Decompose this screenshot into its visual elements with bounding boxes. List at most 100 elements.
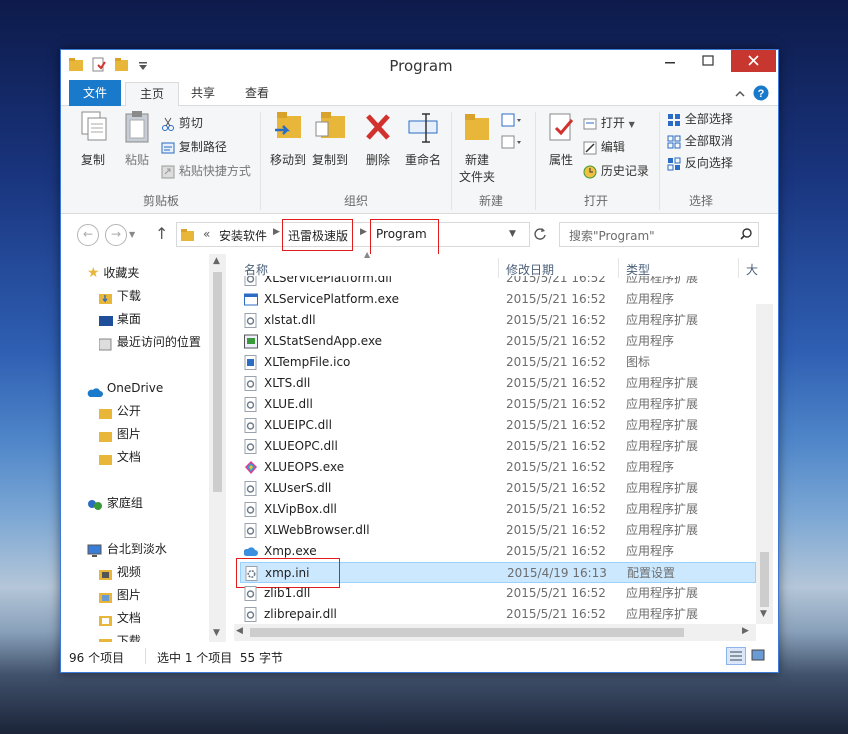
close-button[interactable]: [731, 50, 776, 72]
tab-file[interactable]: 文件: [69, 80, 122, 106]
table-row[interactable]: XLUserS.dll 2015/5/21 16:52 应用程序扩展: [240, 478, 756, 499]
open-label: 打开: [600, 116, 625, 130]
search-icon[interactable]: [740, 228, 752, 240]
recent-locations-icon[interactable]: ▼: [129, 230, 135, 239]
history-button[interactable]: 历史记录: [583, 162, 649, 182]
breadcrumb-install-software[interactable]: 安装软件: [219, 227, 267, 244]
collapse-ribbon-icon[interactable]: [734, 88, 746, 98]
scroll-down-icon[interactable]: ▼: [760, 609, 767, 619]
paste-button[interactable]: 粘贴: [117, 110, 157, 174]
copy-button[interactable]: 复制: [73, 110, 113, 174]
rename-button[interactable]: 重命名: [401, 110, 445, 184]
table-row[interactable]: XLUE.dll 2015/5/21 16:52 应用程序扩展: [240, 394, 756, 415]
table-row[interactable]: XLServicePlatform.exe 2015/5/21 16:52 应用程序: [240, 289, 756, 310]
scroll-right-icon[interactable]: ▶: [742, 626, 749, 636]
new-folder-button[interactable]: 新建 文件夹: [455, 110, 499, 184]
delete-label: 删除: [365, 153, 390, 167]
tab-home[interactable]: 主页: [125, 82, 180, 107]
properties-quick-icon[interactable]: [91, 57, 107, 73]
help-icon[interactable]: ?: [753, 85, 769, 101]
table-row[interactable]: XLUEOPS.exe 2015/5/21 16:52 应用程序: [240, 457, 756, 478]
up-arrow-icon[interactable]: ↑: [155, 224, 168, 243]
sidebar-item-public[interactable]: 公开: [99, 400, 141, 423]
file-date: 2015/5/21 16:52: [506, 607, 606, 621]
table-row[interactable]: XLTempFile.ico 2015/5/21 16:52 图标: [240, 352, 756, 373]
history-label: 历史记录: [600, 164, 649, 178]
file-ico-icon: [244, 355, 258, 370]
table-row[interactable]: XLStatSendApp.exe 2015/5/21 16:52 应用程序: [240, 331, 756, 352]
scroll-up-icon[interactable]: ▲: [213, 256, 220, 266]
file-date: 2015/5/21 16:52: [506, 481, 606, 495]
copy-to-button[interactable]: 复制到: [309, 110, 351, 184]
address-dropdown-icon[interactable]: ▼: [509, 229, 516, 239]
file-list-vscrollbar[interactable]: ▼: [756, 304, 773, 624]
quick-access-dropdown-icon[interactable]: [137, 60, 149, 70]
ribbon-tab-bar: 文件 主页 共享 查看 ?: [61, 80, 778, 107]
file-dll-icon: [244, 607, 258, 622]
sidebar-label: 收藏夹: [103, 266, 140, 280]
forward-button[interactable]: →: [105, 224, 127, 246]
table-row[interactable]: XLWebBrowser.dll 2015/5/21 16:52 应用程序扩展: [240, 520, 756, 541]
easy-access-button[interactable]: [501, 134, 523, 154]
vscroll-thumb[interactable]: [760, 552, 769, 607]
back-button[interactable]: ←: [77, 224, 99, 246]
move-to-button[interactable]: 移动到: [267, 110, 309, 184]
maximize-button[interactable]: [691, 50, 725, 72]
sidebar-item-videos[interactable]: 视频: [99, 561, 141, 584]
breadcrumb-xunlei-label: 迅雷极速版: [288, 229, 349, 243]
paste-shortcut-button[interactable]: 粘贴快捷方式: [161, 162, 251, 182]
sidebar-item-pc-downloads[interactable]: 下载: [99, 630, 141, 642]
sidebar-item-onedrive[interactable]: OneDrive: [87, 377, 163, 400]
select-all-button[interactable]: 全部选择: [667, 110, 733, 130]
edit-button[interactable]: 编辑: [583, 138, 625, 158]
address-box[interactable]: « 安装软件 ▶ 迅雷极速版 ▶ Program ▼: [176, 219, 530, 255]
table-row[interactable]: xlstat.dll 2015/5/21 16:52 应用程序扩展: [240, 310, 756, 331]
file-type: 应用程序扩展: [626, 502, 699, 516]
properties-button[interactable]: 属性: [541, 110, 581, 184]
sidebar-item-homegroup[interactable]: 家庭组: [87, 492, 143, 515]
tab-share[interactable]: 共享: [177, 82, 229, 106]
sidebar-item-computer[interactable]: 台北到淡水: [87, 538, 167, 561]
sidebar-item-pc-documents[interactable]: 文档: [99, 607, 141, 630]
sidebar-item-downloads[interactable]: 下载: [99, 285, 141, 308]
tab-view[interactable]: 查看: [231, 82, 283, 106]
breadcrumb-overflow[interactable]: «: [203, 227, 210, 241]
new-folder-quick-icon[interactable]: [114, 57, 130, 73]
table-row[interactable]: XLTS.dll 2015/5/21 16:52 应用程序扩展: [240, 373, 756, 394]
file-date: 2015/5/21 16:52: [506, 523, 606, 537]
table-row[interactable]: XLUEOPC.dll 2015/5/21 16:52 应用程序扩展: [240, 436, 756, 457]
details-view-icon[interactable]: [726, 647, 746, 665]
column-divider[interactable]: [738, 258, 739, 278]
hscroll-thumb[interactable]: [250, 628, 684, 637]
file-list-hscrollbar[interactable]: ◀ ▶: [234, 624, 756, 641]
new-item-button[interactable]: [501, 112, 523, 132]
select-none-button[interactable]: 全部取消: [667, 132, 733, 152]
sidebar-item-recent[interactable]: 最近访问的位置: [98, 331, 201, 354]
table-row[interactable]: XLVipBox.dll 2015/5/21 16:52 应用程序扩展: [240, 499, 756, 520]
column-divider[interactable]: [618, 258, 619, 278]
sidebar-item-favorites[interactable]: ★ 收藏夹: [87, 262, 139, 285]
sidebar-scrollbar[interactable]: ▲ ▼: [209, 254, 226, 642]
table-row[interactable]: zlibrepair.dll 2015/5/21 16:52 应用程序扩展: [240, 604, 756, 624]
invert-selection-button[interactable]: 反向选择: [667, 154, 733, 174]
sidebar-scroll-thumb[interactable]: [213, 272, 222, 492]
scroll-down-icon[interactable]: ▼: [213, 628, 220, 638]
copy-path-button[interactable]: 复制路径: [161, 138, 227, 158]
sidebar-item-desktop[interactable]: 桌面: [99, 308, 141, 331]
search-input[interactable]: 搜索"Program": [559, 222, 759, 247]
column-divider[interactable]: [498, 258, 499, 278]
table-row[interactable]: XLUEIPC.dll 2015/5/21 16:52 应用程序扩展: [240, 415, 756, 436]
sidebar-label: 台北到淡水: [106, 542, 167, 556]
minimize-button[interactable]: [653, 50, 687, 72]
sidebar-item-pictures[interactable]: 图片: [99, 423, 141, 446]
refresh-icon[interactable]: [533, 227, 547, 241]
scroll-left-icon[interactable]: ◀: [236, 626, 243, 636]
sidebar-item-documents[interactable]: 文档: [99, 446, 141, 469]
sidebar-item-pc-pictures[interactable]: 图片: [99, 584, 141, 607]
table-row[interactable]: zlib1.dll 2015/5/21 16:52 应用程序扩展: [240, 583, 756, 604]
large-icons-view-icon[interactable]: [749, 647, 769, 665]
delete-button[interactable]: 删除: [359, 110, 397, 184]
open-button[interactable]: 打开 ▼: [583, 114, 635, 134]
cut-button[interactable]: 剪切: [161, 114, 203, 134]
table-row[interactable]: XLServicePlatform.dll 2015/5/21 16:52 应用程序…: [240, 276, 756, 289]
